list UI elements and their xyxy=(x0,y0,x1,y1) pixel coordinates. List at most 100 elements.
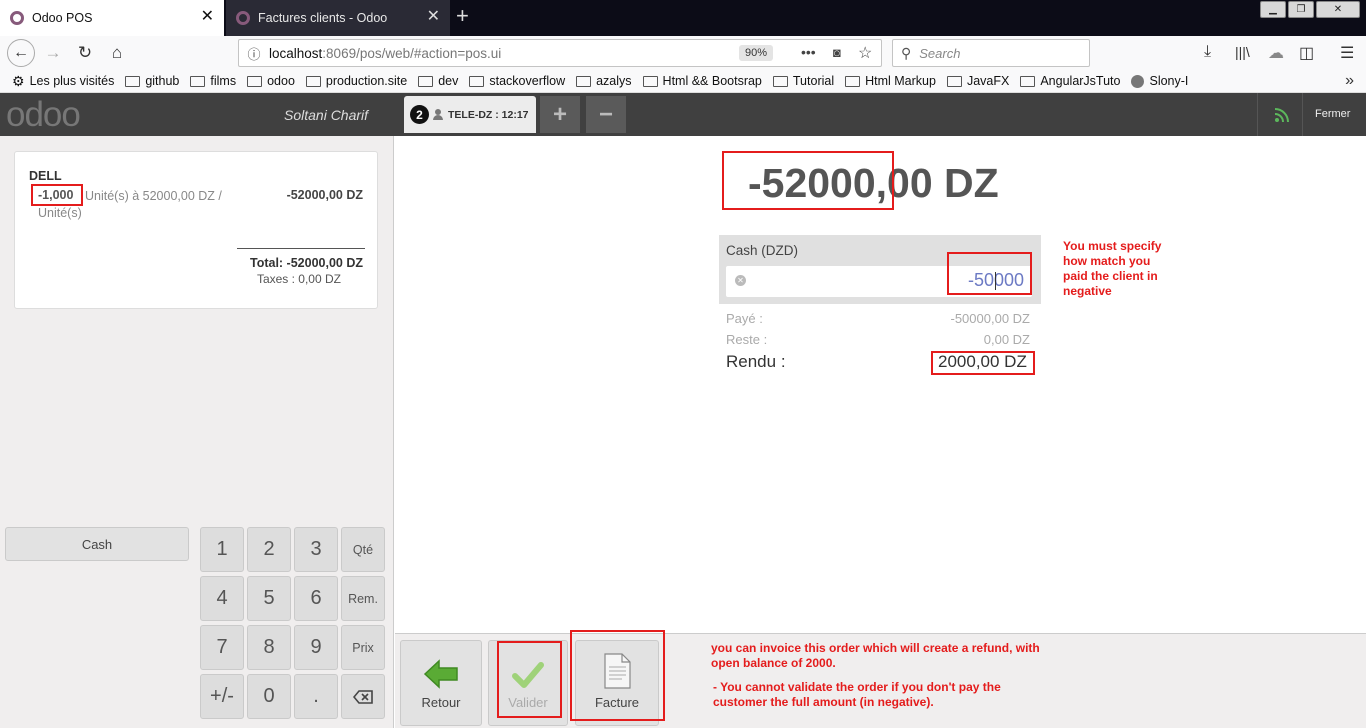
annotation-box-amount-due xyxy=(722,151,894,210)
site-info-icon[interactable]: ⓘ xyxy=(239,44,269,63)
order-number-badge: 2 xyxy=(410,105,429,124)
back-arrow-icon[interactable]: ← xyxy=(7,39,35,67)
numpad-key-8[interactable]: 8 xyxy=(247,625,291,670)
numpad-key-7[interactable]: 7 xyxy=(200,625,244,670)
folder-icon xyxy=(1020,75,1036,87)
annotation-note-payment: You must specify how match you paid the … xyxy=(1063,239,1162,298)
orderline-product-name[interactable]: DELL xyxy=(29,169,62,183)
bookmark-folder[interactable]: stackoverflow xyxy=(469,74,565,88)
backspace-icon xyxy=(353,689,373,704)
folder-icon xyxy=(845,75,861,87)
menu-icon[interactable]: ☰ xyxy=(1340,43,1354,63)
close-tab-icon[interactable]: ✕ xyxy=(427,9,440,25)
forward-arrow-icon[interactable]: → xyxy=(40,41,66,65)
globe-icon xyxy=(1131,74,1145,88)
back-arrow-icon xyxy=(423,659,458,689)
extension-icon[interactable]: ☁ xyxy=(1268,43,1284,63)
folder-icon xyxy=(772,75,788,87)
order-taxes: Taxes : 0,00 DZ xyxy=(256,272,341,286)
connection-status-icon xyxy=(1275,108,1289,122)
search-icon: ⚲ xyxy=(901,44,912,61)
search-placeholder: Search xyxy=(919,45,961,61)
new-tab-icon[interactable]: + xyxy=(456,5,469,27)
zoom-level-badge[interactable]: 90% xyxy=(739,45,774,61)
bookmark-folder[interactable]: Html && Bootsrap xyxy=(642,74,762,88)
bookmark-folder[interactable]: Tutorial xyxy=(772,74,834,88)
annotation-box-invoice xyxy=(570,630,665,721)
numpad-key-5[interactable]: 5 xyxy=(247,576,291,621)
header-divider xyxy=(1257,93,1258,136)
annotation-box-validate xyxy=(497,641,562,718)
payment-method-cash-button[interactable]: Cash xyxy=(5,527,189,561)
home-icon[interactable]: ⌂ xyxy=(104,41,130,65)
annotation-box-change xyxy=(931,351,1035,375)
bookmark-folder[interactable]: films xyxy=(190,74,236,88)
numpad-key-4[interactable]: 4 xyxy=(200,576,244,621)
numpad-price-button[interactable]: Prix xyxy=(341,625,385,670)
bookmark-folder[interactable]: dev xyxy=(418,74,458,88)
bookmark-most-visited[interactable]: ⚙ Les plus visités xyxy=(12,73,114,90)
folder-icon xyxy=(469,75,485,87)
payment-line-label: Cash (DZD) xyxy=(726,243,799,258)
bookmark-folder[interactable]: github xyxy=(125,74,179,88)
numpad-key-3[interactable]: 3 xyxy=(294,527,338,572)
minimize-window-icon[interactable]: ▁ xyxy=(1260,1,1286,18)
numpad-key-6[interactable]: 6 xyxy=(294,576,338,621)
cashier-name[interactable]: Soltani Charif xyxy=(284,107,368,123)
odoo-logo: odoo xyxy=(6,95,81,134)
numpad-dot-button[interactable]: . xyxy=(294,674,338,719)
tab-title: Factures clients - Odoo xyxy=(258,11,388,25)
bookmark-link[interactable]: Slony-I xyxy=(1131,74,1188,88)
bookmark-folder[interactable]: production.site xyxy=(305,74,407,88)
bookmark-folder[interactable]: JavaFX xyxy=(946,74,1009,88)
pocket-icon[interactable]: ◙ xyxy=(833,45,841,60)
order-selector-tab[interactable]: 2 TELE-DZ : 12:17 xyxy=(404,96,536,133)
sidebar-icon[interactable]: ◫ xyxy=(1299,43,1314,63)
annotation-box-quantity xyxy=(31,184,83,206)
bookmark-folder[interactable]: azalys xyxy=(576,74,632,88)
folder-icon xyxy=(418,75,434,87)
tab-factures-clients[interactable]: Factures clients - Odoo ✕ xyxy=(226,0,450,36)
numpad-key-9[interactable]: 9 xyxy=(294,625,338,670)
annotation-note-invoice: you can invoice this order which will cr… xyxy=(711,641,1040,670)
numpad-key-1[interactable]: 1 xyxy=(200,527,244,572)
browser-tab-strip: Odoo POS ✕ Factures clients - Odoo ✕ + ▁… xyxy=(0,0,1366,36)
odoo-favicon-icon xyxy=(236,11,250,25)
folder-icon xyxy=(946,75,962,87)
more-bookmarks-chevron-icon[interactable]: » xyxy=(1345,72,1354,90)
bookmark-folder[interactable]: Html Markup xyxy=(845,74,936,88)
remove-order-button[interactable]: − xyxy=(586,96,626,133)
restore-window-icon[interactable]: ❐ xyxy=(1288,1,1314,18)
paid-label: Payé : xyxy=(726,311,763,326)
download-icon[interactable]: ⤓ xyxy=(1204,43,1211,61)
url-bar[interactable]: ⓘ localhost:8069/pos/web/#action=pos.ui … xyxy=(238,39,882,67)
close-pos-button[interactable]: Fermer xyxy=(1315,108,1350,120)
delete-payment-line-icon[interactable]: ✕ xyxy=(735,275,746,286)
remaining-value: 0,00 DZ xyxy=(983,332,1030,347)
folder-icon xyxy=(190,75,206,87)
back-button[interactable]: Retour xyxy=(400,640,482,726)
bookmark-folder[interactable]: AngularJsTuto xyxy=(1020,74,1120,88)
search-input[interactable]: ⚲ Search xyxy=(892,39,1090,67)
browser-nav-bar: ← → ↻ ⌂ ⓘ localhost:8069/pos/web/#action… xyxy=(0,36,1366,70)
numpad-sign-button[interactable]: +/- xyxy=(200,674,244,719)
numpad-discount-button[interactable]: Rem. xyxy=(341,576,385,621)
order-pane: DELL -1,000 Unité(s) à 52000,00 DZ / Uni… xyxy=(0,136,394,728)
close-window-icon[interactable]: ✕ xyxy=(1316,1,1360,18)
add-order-button[interactable]: + xyxy=(540,96,580,133)
library-icon[interactable]: |||\ xyxy=(1235,44,1250,60)
numpad-qty-button[interactable]: Qté xyxy=(341,527,385,572)
odoo-favicon-icon xyxy=(10,11,24,25)
numpad-backspace-button[interactable] xyxy=(341,674,385,719)
orderline-price: -52000,00 DZ xyxy=(286,188,363,202)
folder-icon xyxy=(125,75,141,87)
numpad-key-0[interactable]: 0 xyxy=(247,674,291,719)
bookmark-folder[interactable]: odoo xyxy=(247,74,295,88)
numpad-key-2[interactable]: 2 xyxy=(247,527,291,572)
reload-icon[interactable]: ↻ xyxy=(72,41,98,65)
paid-value: -50000,00 DZ xyxy=(950,311,1031,326)
tab-odoo-pos[interactable]: Odoo POS ✕ xyxy=(0,0,224,36)
bookmark-star-icon[interactable]: ☆ xyxy=(858,43,872,63)
page-actions-icon[interactable]: ••• xyxy=(801,44,816,60)
close-tab-icon[interactable]: ✕ xyxy=(201,9,214,25)
